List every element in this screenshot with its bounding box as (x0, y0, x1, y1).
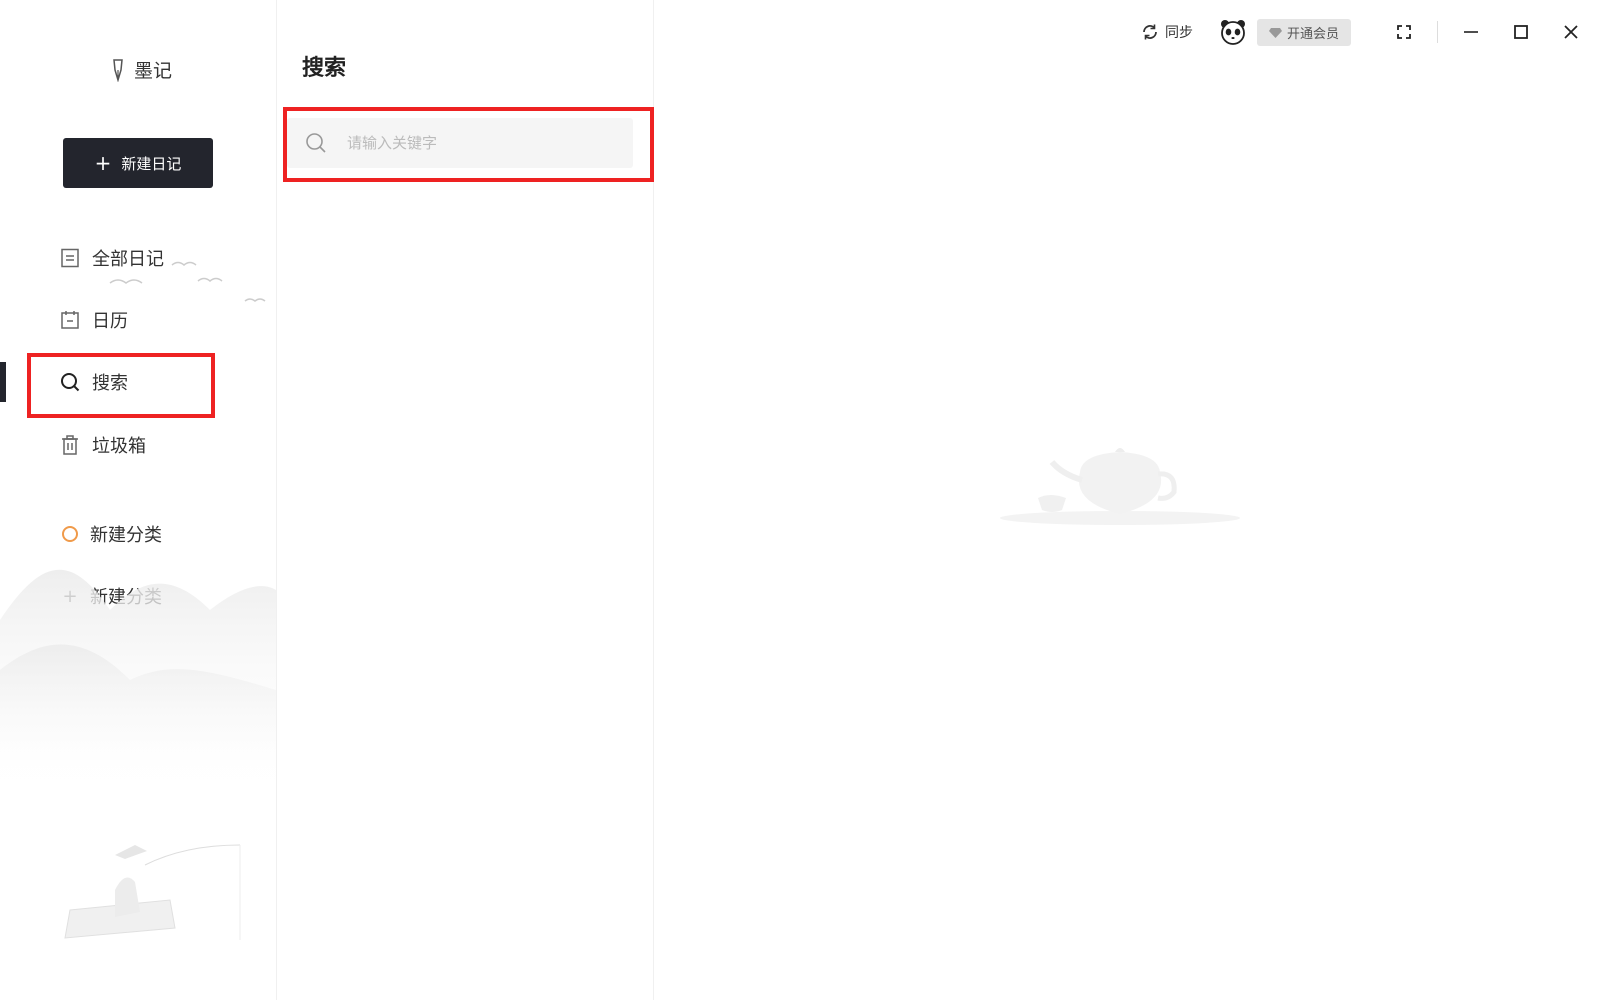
pen-nib-icon (113, 58, 123, 82)
mountain-illustration (0, 569, 276, 790)
title-bar: 同步 开通会员 (1141, 0, 1614, 64)
fullscreen-button[interactable] (1379, 12, 1429, 52)
sync-label: 同步 (1164, 25, 1193, 41)
plus-icon: + (94, 151, 112, 175)
highlight-box (27, 353, 215, 418)
minimize-button[interactable] (1446, 12, 1496, 52)
fisherman-illustration (64, 844, 241, 940)
close-button[interactable] (1546, 12, 1596, 52)
page-title: 搜索 (302, 56, 347, 81)
brand: 墨记 (110, 56, 172, 83)
brand-name: 墨记 (134, 60, 173, 82)
sidebar-item-label: 日历 (92, 311, 128, 332)
sidebar-item-trash[interactable]: 垃圾箱 (60, 432, 146, 458)
divider (1437, 21, 1438, 43)
active-indicator (0, 362, 6, 402)
teapot-illustration (1000, 448, 1240, 525)
sync-button[interactable]: 同步 (1141, 22, 1193, 42)
document-icon (61, 248, 79, 268)
maximize-icon (1514, 25, 1528, 39)
maximize-button[interactable] (1496, 12, 1546, 52)
sync-icon (1143, 24, 1157, 40)
calendar-icon (61, 311, 79, 329)
vip-button[interactable]: 开通会员 (1256, 18, 1351, 46)
close-icon (1564, 25, 1578, 39)
diamond-icon (1268, 27, 1282, 38)
sidebar-item-label: 全部日记 (92, 249, 164, 270)
sidebar-item-calendar[interactable]: 日历 (60, 307, 128, 333)
sidebar-item-label: 垃圾箱 (92, 436, 146, 457)
search-panel: 搜索 (277, 0, 654, 1000)
panda-avatar[interactable] (1219, 18, 1247, 46)
new-diary-label: 新建日记 (121, 154, 182, 173)
expand-icon (1397, 25, 1411, 39)
trash-icon (62, 435, 78, 455)
sidebar: 墨记 + 新建日记 全部日记 日历 搜索 垃圾箱 新建分类 (0, 0, 277, 1000)
minimize-icon (1464, 31, 1478, 33)
vip-label: 开通会员 (1286, 26, 1339, 42)
new-diary-button[interactable]: + 新建日记 (63, 138, 213, 188)
sidebar-item-all-diaries[interactable]: 全部日记 (60, 245, 164, 271)
highlight-box (283, 107, 654, 182)
